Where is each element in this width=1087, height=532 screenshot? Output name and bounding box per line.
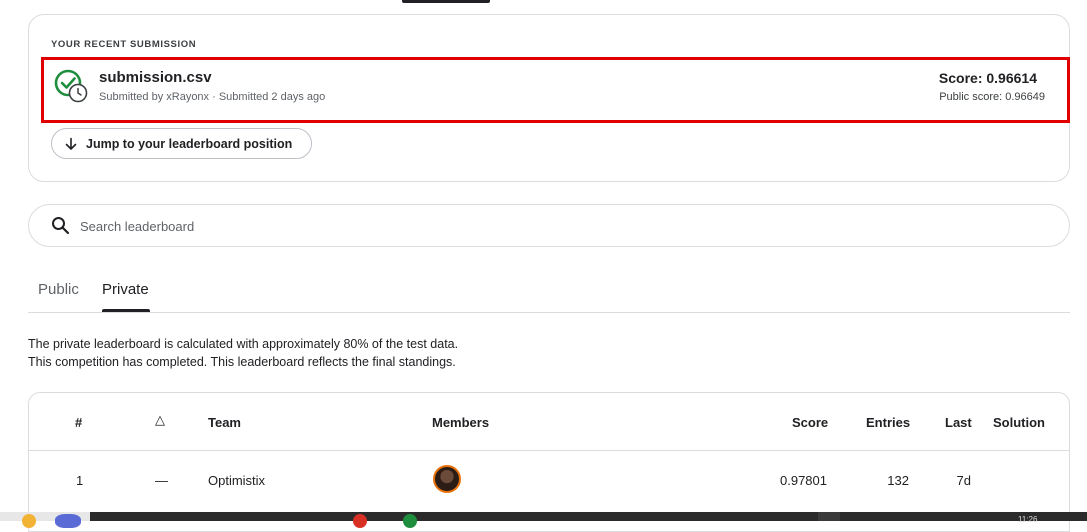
leaderboard-info: The private leaderboard is calculated wi… [28, 335, 458, 371]
taskbar-segment [818, 512, 840, 521]
row-last: 7d [956, 473, 971, 488]
header-members[interactable]: Members [432, 415, 489, 430]
table-row[interactable]: 1 — Optimistix 0.97801 132 7d [29, 451, 1069, 511]
active-tab-indicator [102, 309, 150, 312]
check-circle-clock-icon [54, 69, 88, 103]
header-delta[interactable]: △ [155, 412, 165, 428]
taskbar-app-icon[interactable] [403, 514, 417, 528]
taskbar-clock: 11:26 [1018, 515, 1038, 524]
header-score[interactable]: Score [792, 415, 828, 430]
header-last[interactable]: Last [945, 415, 972, 430]
row-entries: 132 [887, 473, 909, 488]
row-rank: 1 [76, 473, 84, 488]
submission-public-score: Public score: 0.96649 [939, 91, 1045, 103]
header-team[interactable]: Team [208, 415, 241, 430]
search-icon [52, 217, 70, 235]
recent-submission-label: YOUR RECENT SUBMISSION [51, 39, 197, 50]
os-taskbar: 11:26 [0, 512, 1087, 528]
taskbar-app-icon[interactable] [353, 514, 367, 528]
tab-public[interactable]: Public [38, 281, 79, 298]
row-score: 0.97801 [780, 473, 827, 488]
member-avatar[interactable] [433, 465, 461, 493]
table-header: # △ Team Members Score Entries Last Solu… [29, 393, 1069, 451]
recent-submission-card: YOUR RECENT SUBMISSION submission.csv Su… [28, 14, 1070, 182]
top-tab-indicator [402, 0, 490, 3]
jump-button-label: Jump to your leaderboard position [86, 136, 293, 151]
leaderboard-tabs: Public Private [28, 270, 1070, 313]
leaderboard-table: # △ Team Members Score Entries Last Solu… [28, 392, 1070, 532]
jump-to-leaderboard-button[interactable]: Jump to your leaderboard position [51, 128, 312, 159]
taskbar-app-icon[interactable] [22, 514, 36, 528]
row-delta: — [155, 473, 168, 488]
submission-score: Score: 0.96614 [938, 70, 1037, 86]
header-entries[interactable]: Entries [866, 415, 910, 430]
search-input[interactable] [78, 216, 978, 236]
submission-filename[interactable]: submission.csv [99, 69, 212, 86]
header-solution[interactable]: Solution [993, 415, 1045, 430]
row-team[interactable]: Optimistix [208, 473, 265, 488]
arrow-down-icon [65, 137, 77, 150]
info-line-1: The private leaderboard is calculated wi… [28, 337, 459, 351]
taskbar-app-icon[interactable] [55, 514, 81, 528]
search-box[interactable] [28, 204, 1070, 247]
tab-private[interactable]: Private [102, 281, 149, 298]
header-rank[interactable]: # [75, 415, 82, 430]
info-line-2: This competition has completed. This lea… [28, 355, 456, 369]
submission-row[interactable]: submission.csv Submitted by xRayonx · Su… [41, 57, 1070, 123]
submission-meta: Submitted by xRayonx · Submitted 2 days … [99, 91, 326, 103]
